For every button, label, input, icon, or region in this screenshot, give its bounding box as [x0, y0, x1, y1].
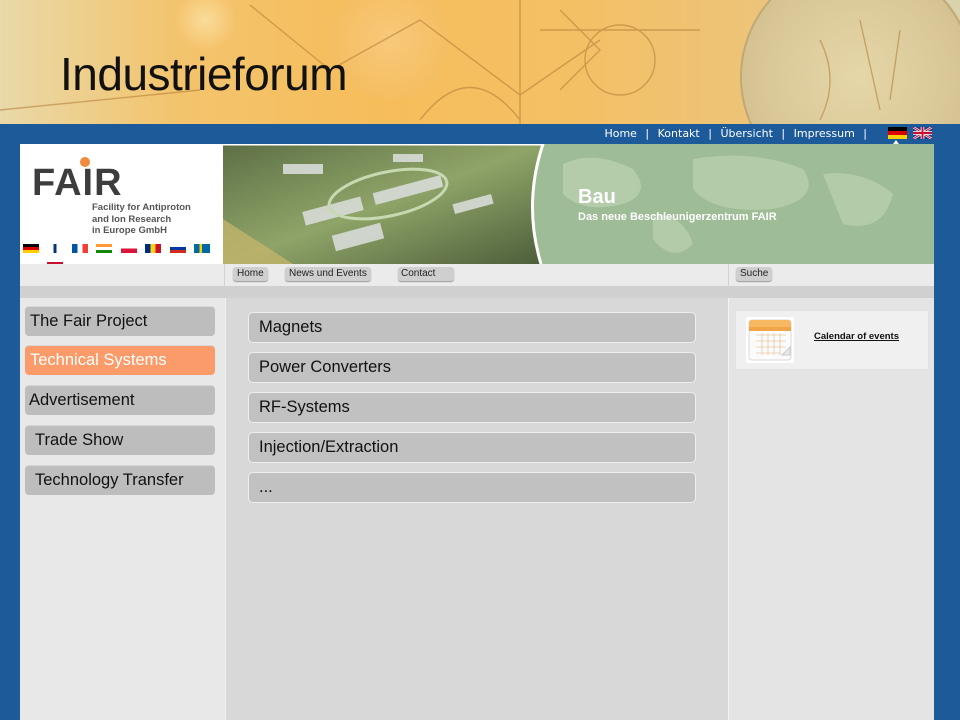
top-link-uebersicht[interactable]: Übersicht: [720, 127, 772, 140]
sidebar-item-trade-show[interactable]: Trade Show: [25, 425, 215, 455]
nav-home-button[interactable]: Home: [233, 267, 268, 281]
logo-subtitle: Facility for Antiproton and Ion Research…: [92, 202, 191, 237]
nav-search-button[interactable]: Suche: [736, 267, 773, 281]
fair-logo[interactable]: FAIR Facility for Antiproton and Ion Res…: [20, 144, 223, 271]
sidebar-item-advertisement[interactable]: Advertisement: [25, 385, 215, 415]
flag-russia-icon: [169, 244, 186, 253]
right-panel: Calendar of events: [728, 298, 935, 720]
sidebar-item-fair-project[interactable]: The Fair Project: [25, 306, 215, 336]
nav-underbar: [20, 286, 934, 298]
menu-item-magnets[interactable]: Magnets: [248, 312, 696, 343]
calendar-widget: Calendar of events: [735, 310, 929, 370]
separator: |: [645, 127, 650, 140]
hero-title: Bau: [578, 186, 616, 208]
nav-contact-button[interactable]: Contact: [398, 267, 454, 281]
logo-subtitle-line: in Europe GmbH: [92, 225, 167, 236]
secondary-nav: Home News und Events Contact Suche: [20, 264, 934, 287]
top-links: Home | Kontakt | Übersicht | Impressum |: [604, 127, 872, 140]
calendar-of-events-link[interactable]: Calendar of events: [814, 331, 899, 342]
page-title: Industrieforum: [60, 48, 348, 100]
logo-subtitle-line: and Ion Research: [92, 213, 172, 225]
menu-item-more[interactable]: ...: [248, 472, 696, 503]
sidebar-item-technical-systems[interactable]: Technical Systems: [25, 345, 215, 375]
logo-subtitle-line: Facility for Antiproton: [92, 202, 191, 213]
flag-romania-icon: [145, 244, 162, 253]
menu-item-injection-extraction[interactable]: Injection/Extraction: [248, 432, 696, 463]
hero-subtitle: Das neue Beschleunigerzentrum FAIR: [578, 211, 777, 223]
hero-banner: Bau Das neue Beschleunigerzentrum FAIR: [223, 144, 934, 264]
main-content: Magnets Power Converters RF-Systems Inje…: [225, 298, 729, 720]
calendar-icon[interactable]: [746, 317, 794, 363]
separator: |: [708, 127, 712, 140]
logo-dot-icon: [80, 157, 90, 167]
menu-item-rf-systems[interactable]: RF-Systems: [248, 392, 696, 423]
top-link-home[interactable]: Home: [604, 127, 636, 140]
website-frame: FAIR Facility for Antiproton and Ion Res…: [20, 144, 935, 720]
top-nav-bar: Home | Kontakt | Übersicht | Impressum |: [0, 124, 960, 144]
sidebar: The Fair Project Technical Systems Adver…: [20, 298, 225, 720]
divider: [224, 264, 225, 286]
sidebar-item-technology-transfer[interactable]: Technology Transfer: [25, 465, 215, 495]
flag-poland-icon: [120, 244, 137, 253]
top-link-impressum[interactable]: Impressum: [794, 127, 855, 140]
top-link-kontakt[interactable]: Kontakt: [658, 127, 700, 140]
slide-banner: Industrieforum: [0, 0, 960, 124]
separator: |: [781, 127, 786, 140]
frame-edge: [934, 144, 960, 720]
flag-sweden-icon: [194, 244, 211, 253]
menu-item-power-converters[interactable]: Power Converters: [248, 352, 696, 383]
member-flags: [23, 244, 223, 271]
flag-finland-icon: [47, 244, 64, 253]
german-flag-icon[interactable]: [888, 127, 907, 139]
nav-news-button[interactable]: News und Events: [285, 267, 371, 281]
flag-india-icon: [96, 244, 113, 253]
divider: [728, 264, 729, 286]
flag-germany-icon: [23, 244, 39, 253]
flag-france-icon: [71, 244, 88, 253]
separator: |: [863, 127, 867, 140]
uk-flag-icon[interactable]: [913, 127, 932, 139]
